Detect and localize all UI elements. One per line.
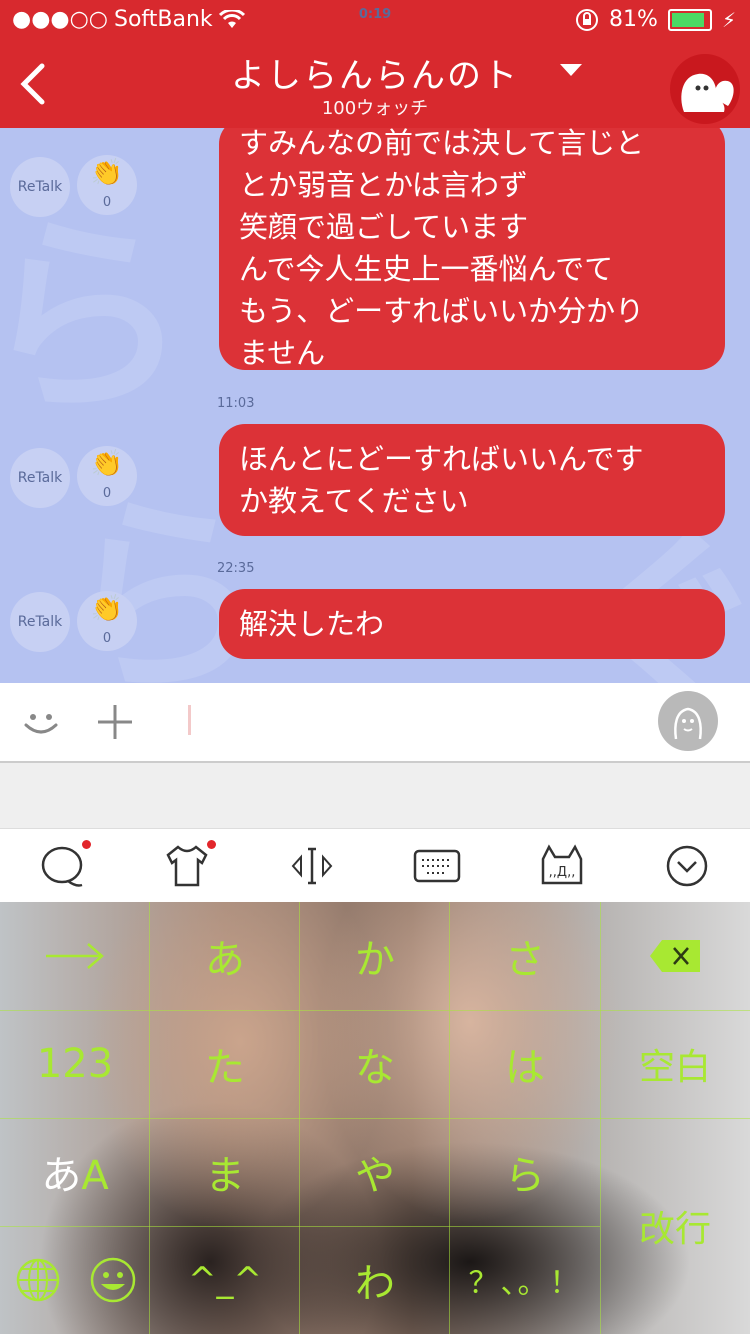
charging-icon: ⚡	[721, 7, 736, 32]
speech-bubble-icon[interactable]	[38, 843, 88, 889]
backspace-icon	[650, 940, 700, 972]
message-line: か教えてください	[239, 484, 469, 518]
notification-dot	[207, 840, 216, 849]
ghost-icon	[674, 707, 702, 740]
chevron-down-icon[interactable]	[560, 64, 582, 78]
clap-button[interactable]: 👏 0	[77, 155, 137, 215]
kaomoji-key[interactable]: ^_^	[150, 1226, 300, 1334]
smiley-icon[interactable]	[20, 701, 62, 743]
chat-title[interactable]: よしらんらんのト	[0, 48, 750, 97]
key-na[interactable]: な	[300, 1010, 450, 1118]
clap-count: 0	[102, 631, 112, 646]
message-bubble[interactable]: すみんなの前では決して言じと とか弱音とかは言わず 笑顔で過ごしています んで今…	[219, 128, 725, 370]
smiley-icon	[90, 1257, 135, 1303]
message-time: 11:03	[217, 396, 255, 411]
clap-icon: 👏	[90, 594, 124, 624]
message-bubble[interactable]: 解決したわ	[219, 589, 725, 659]
chat-area[interactable]: ら ら ぐ すみんなの前では決して言じと とか弱音とかは言わず 笑顔で過ごしてい…	[0, 128, 750, 683]
clap-button[interactable]: 👏 0	[77, 446, 137, 506]
top-bar: ●●●○○ SoftBank 0:19 81% ⚡ よしらんらんのト 100ウォ…	[0, 0, 750, 128]
clap-icon: 👏	[90, 158, 124, 188]
key-ka[interactable]: か	[300, 902, 450, 1010]
keyboard-icon[interactable]	[412, 843, 462, 889]
text-input-cursor[interactable]	[188, 705, 191, 735]
backspace-key[interactable]	[600, 902, 750, 1010]
prediction-bar	[0, 763, 750, 828]
ghost-icon	[681, 73, 734, 112]
keyboard-toolbar: ,,Д,,	[0, 828, 750, 903]
clap-count: 0	[102, 195, 112, 210]
tshirt-icon[interactable]	[162, 843, 212, 889]
retalk-button[interactable]: ReTalk	[10, 592, 70, 652]
battery-icon	[667, 8, 712, 31]
key-ma[interactable]: ま	[150, 1118, 300, 1226]
emoji-key[interactable]	[75, 1226, 150, 1334]
flick-keyboard: あ か さ 123 た な は 空白 あA ま や ら 改行 ^_^ わ ？、。…	[0, 902, 750, 1334]
retalk-button[interactable]: ReTalk	[10, 157, 70, 217]
battery-percent: 81%	[609, 7, 658, 32]
message-line: ません	[239, 336, 326, 370]
status-bar: ●●●○○ SoftBank 0:19 81% ⚡	[0, 0, 750, 40]
message-line: んで今人生史上一番悩んでて	[239, 252, 614, 286]
clap-count: 0	[102, 486, 112, 501]
input-mode-label: あA	[41, 1153, 109, 1199]
ghost-avatar[interactable]	[670, 54, 740, 124]
voice-avatar-button[interactable]	[658, 691, 718, 751]
key-ra[interactable]: ら	[450, 1118, 600, 1226]
key-a[interactable]: あ	[150, 902, 300, 1010]
message-line: もう、どーすればいいか分かり	[239, 294, 645, 328]
chevron-down-circle-icon[interactable]	[662, 843, 712, 889]
message-line: ほんとにどーすればいいんです	[239, 442, 644, 476]
return-key[interactable]: 改行	[600, 1118, 750, 1334]
arrow-right-icon	[46, 943, 104, 969]
key-wa[interactable]: わ	[300, 1226, 450, 1334]
clap-icon: 👏	[90, 449, 124, 479]
message-line: すみんなの前では決して言じと	[239, 128, 645, 160]
status-right: 81% ⚡	[575, 7, 736, 32]
globe-icon	[16, 1258, 59, 1302]
key-ha[interactable]: は	[450, 1010, 600, 1118]
clap-button[interactable]: 👏 0	[77, 591, 137, 651]
message-line: とか弱音とかは言わず	[239, 168, 528, 202]
plus-icon[interactable]	[96, 703, 134, 741]
watch-count: 100ウォッチ	[321, 98, 429, 119]
globe-key[interactable]	[0, 1226, 75, 1334]
message-time: 22:35	[217, 561, 255, 576]
key-ya[interactable]: や	[300, 1118, 450, 1226]
svg-text:,,Д,,: ,,Д,,	[549, 865, 576, 880]
message-bubble[interactable]: ほんとにどーすればいいんです か教えてください	[219, 424, 725, 536]
notification-dot	[82, 840, 91, 849]
arrow-right-key[interactable]	[0, 902, 150, 1010]
message-line: 解決したわ	[239, 607, 385, 641]
message-input-bar	[0, 683, 750, 763]
key-123[interactable]: 123	[0, 1010, 150, 1118]
kaomoji-cat-icon[interactable]: ,,Д,,	[537, 843, 587, 889]
cursor-move-icon[interactable]	[287, 843, 337, 889]
punctuation-key[interactable]: ？、。！	[450, 1226, 600, 1334]
key-ta[interactable]: た	[150, 1010, 300, 1118]
rotation-lock-icon	[576, 8, 599, 31]
message-line: 笑顔で過ごしています	[239, 210, 529, 244]
space-key[interactable]: 空白	[600, 1010, 750, 1118]
retalk-button[interactable]: ReTalk	[10, 448, 70, 508]
key-sa[interactable]: さ	[450, 902, 600, 1010]
input-mode-key[interactable]: あA	[0, 1118, 150, 1226]
